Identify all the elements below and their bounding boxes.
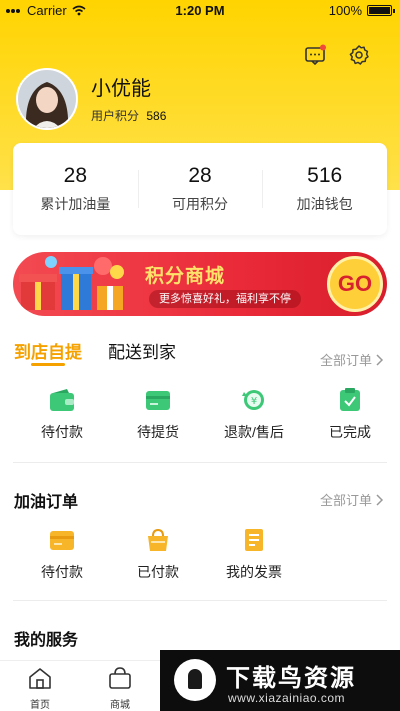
user-name: 小优能	[91, 78, 151, 100]
fuel-paid[interactable]: 已付款	[110, 528, 206, 582]
my-invoices[interactable]: 我的发票	[206, 528, 302, 582]
pickup-order-status-row: 待付款 待提货 ¥ 退款/售后 已完成	[0, 388, 400, 442]
message-icon[interactable]	[304, 44, 326, 66]
bird-logo-icon	[174, 659, 216, 701]
fuel-pending-payment[interactable]: 待付款	[14, 528, 110, 582]
battery-icon	[367, 5, 395, 16]
order-type-tabs: 到店自提 配送到家	[14, 338, 176, 373]
divider	[13, 600, 387, 601]
stat-available-points[interactable]: 28 可用积分	[137, 164, 263, 214]
order-status-label: 已付款	[137, 564, 179, 580]
tab-shop[interactable]: 商城	[80, 661, 160, 711]
go-button[interactable]: GO	[327, 256, 383, 312]
pickup-awaiting-pickup[interactable]: 待提货	[110, 388, 206, 442]
stat-fuel-wallet[interactable]: 516 加油钱包	[262, 164, 387, 214]
invoice-icon	[241, 528, 267, 552]
battery-percent: 100%	[328, 3, 362, 18]
user-points: 用户积分 586	[91, 107, 166, 124]
order-status-label: 待付款	[41, 424, 83, 440]
banner-title: 积分商城	[145, 266, 226, 287]
done-icon	[337, 388, 363, 412]
tab-home-delivery[interactable]: 配送到家	[108, 338, 176, 373]
stat-value: 28	[188, 164, 212, 187]
tab-label: 首页	[30, 700, 50, 711]
svg-text:¥: ¥	[251, 396, 257, 407]
order-status-label: 我的发票	[226, 564, 282, 580]
bag-icon	[145, 528, 171, 552]
banner-subtitle: 更多惊喜好礼，福利享不停	[149, 290, 301, 308]
watermark-title: 下载鸟资源	[226, 665, 356, 692]
card-icon	[49, 528, 75, 552]
home-icon	[29, 668, 51, 689]
shop-bag-icon	[109, 667, 131, 689]
order-status-label: 已完成	[329, 424, 371, 440]
all-orders-label: 全部订单	[319, 353, 372, 368]
fuel-orders-title: 加油订单	[14, 494, 79, 511]
pickup-refund-aftersale[interactable]: ¥ 退款/售后	[206, 388, 302, 442]
fuel-order-status-row: 待付款 已付款 我的发票	[0, 528, 400, 582]
all-orders-link[interactable]: 全部订单	[320, 350, 384, 369]
tab-home[interactable]: 首页	[0, 661, 80, 711]
stat-value: 28	[63, 164, 88, 187]
watermark-url: www.xiazainiao.com	[228, 691, 346, 705]
my-services-title: 我的服务	[14, 632, 79, 649]
user-points-value: 586	[146, 109, 167, 123]
refund-icon: ¥	[241, 388, 267, 412]
tab-store-pickup[interactable]: 到店自提	[14, 338, 82, 373]
pickup-completed[interactable]: 已完成	[302, 388, 398, 442]
tab-label: 商城	[110, 700, 130, 711]
all-orders-label: 全部订单	[319, 493, 372, 508]
gift-boxes-icon	[19, 256, 124, 310]
avatar[interactable]	[16, 68, 78, 130]
pickup-pending-payment[interactable]: 待付款	[14, 388, 110, 442]
order-status-label: 待付款	[41, 564, 83, 580]
stat-total-fuel[interactable]: 28 累计加油量	[13, 164, 138, 214]
order-status-label: 待提货	[137, 424, 179, 440]
wallet-icon	[49, 388, 75, 412]
card-icon	[145, 388, 171, 412]
user-points-label: 用户积分	[91, 109, 140, 123]
status-bar: Carrier 1:20 PM 100%	[0, 0, 400, 22]
chevron-right-icon	[376, 493, 384, 506]
stats-card: 28 累计加油量 28 可用积分 516 加油钱包	[13, 143, 387, 235]
gear-icon[interactable]	[348, 44, 370, 66]
stat-value: 516	[307, 164, 343, 187]
points-mall-banner[interactable]: 积分商城 更多惊喜好礼，福利享不停 GO	[13, 252, 387, 316]
stat-label: 累计加油量	[40, 196, 111, 212]
fuel-all-orders-link[interactable]: 全部订单	[320, 490, 384, 509]
stat-label: 可用积分	[172, 196, 228, 212]
divider	[13, 462, 387, 463]
chevron-right-icon	[376, 353, 384, 366]
stat-label: 加油钱包	[296, 196, 353, 212]
watermark: 下载鸟资源 www.xiazainiao.com	[160, 650, 400, 711]
order-status-label: 退款/售后	[224, 424, 284, 440]
